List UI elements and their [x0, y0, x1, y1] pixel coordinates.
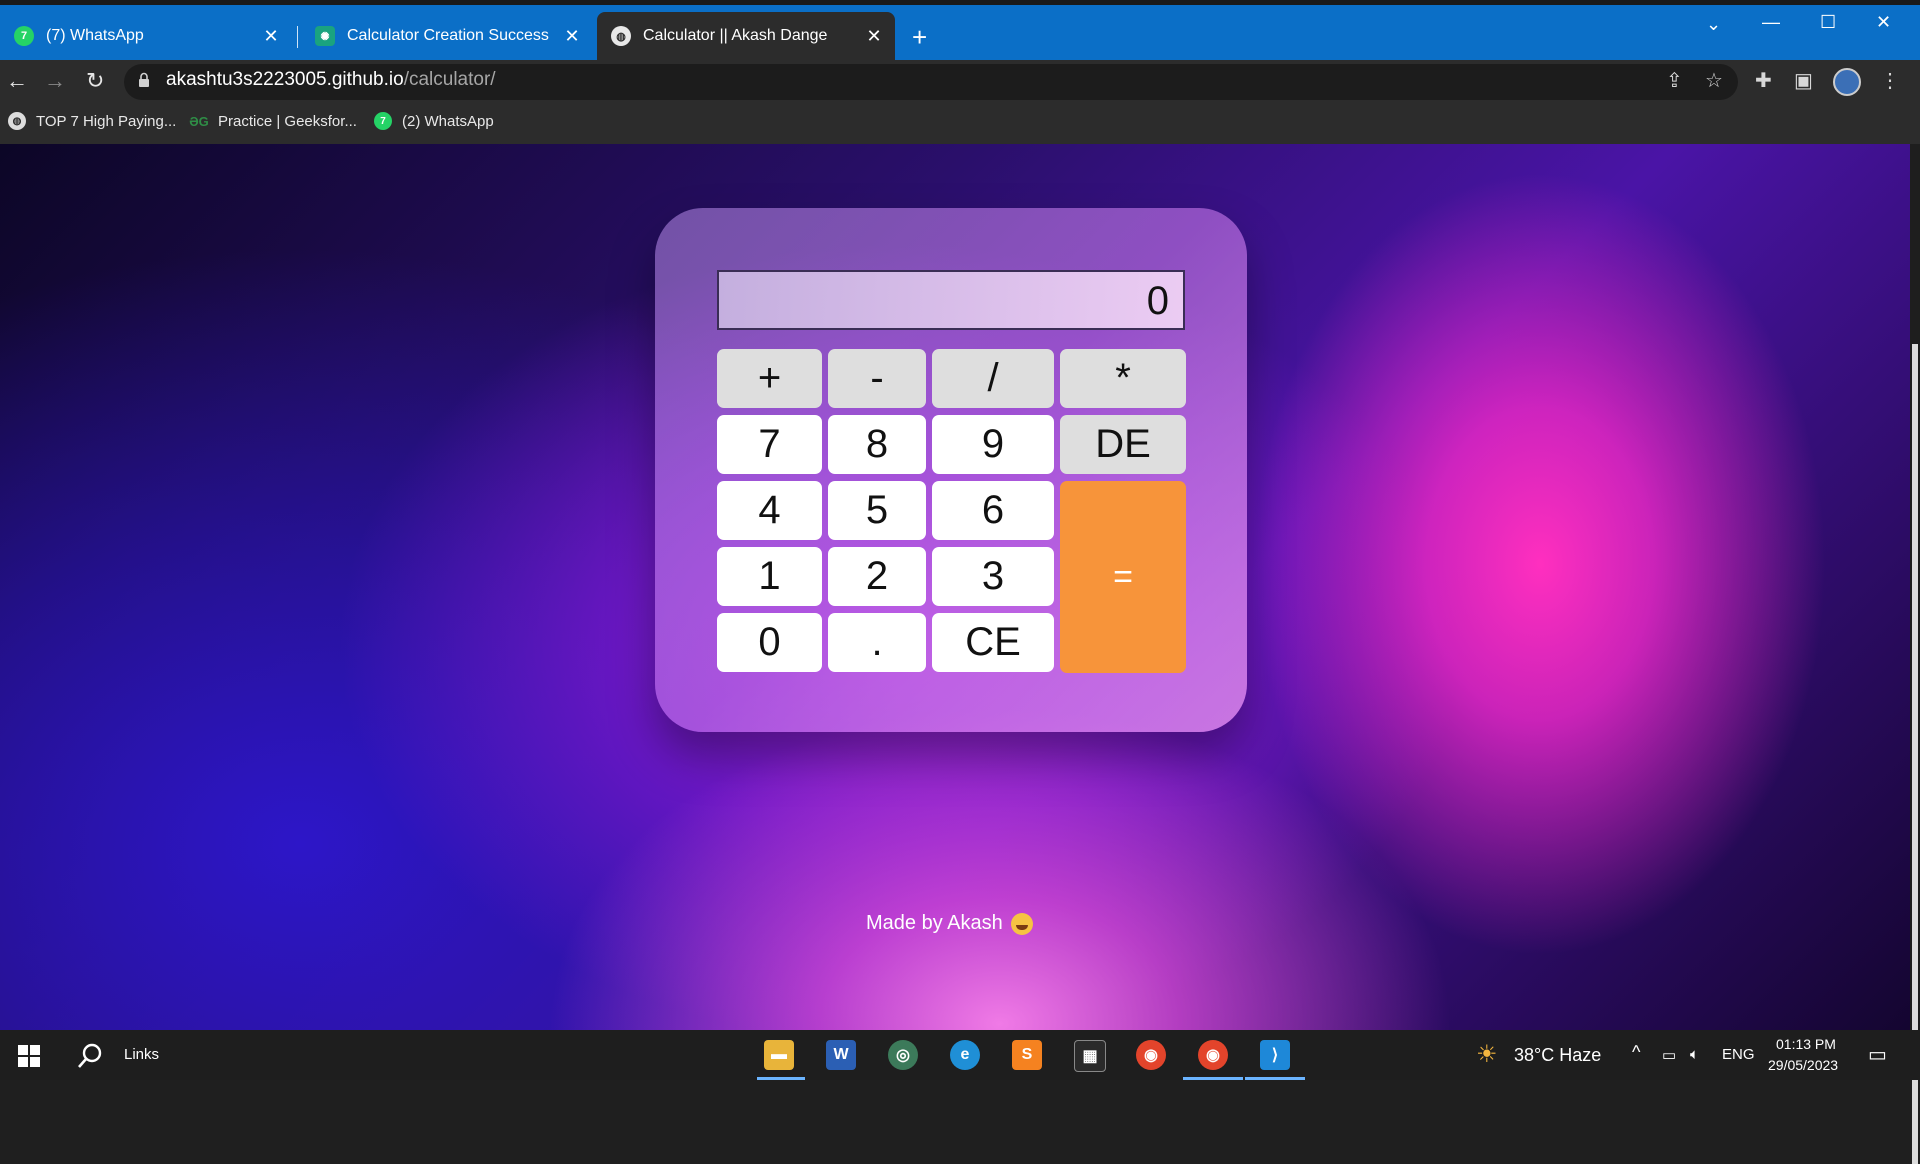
- calculator-card: 0 + - / * 7 8 9 DE 4 5 6 = 1 2 3 0 . CE: [655, 208, 1247, 732]
- credit-text: Made by Akash: [866, 912, 1003, 934]
- bookmark-star-icon[interactable]: ☆: [1705, 68, 1723, 93]
- multiply-button[interactable]: *: [1060, 349, 1186, 408]
- chrome-icon[interactable]: ◉: [1136, 1040, 1166, 1070]
- maximize-icon[interactable]: ☐: [1820, 12, 1836, 33]
- globe-icon: ◍: [611, 26, 631, 46]
- forward-arrow-icon[interactable]: →: [44, 68, 66, 94]
- chrome-active-icon[interactable]: ◉: [1198, 1040, 1228, 1070]
- bookmark-item[interactable]: ƏG Practice | Geeksfor...: [189, 112, 357, 130]
- edge-icon[interactable]: e: [950, 1040, 980, 1070]
- calculator-display[interactable]: 0: [717, 270, 1185, 330]
- notifications-icon[interactable]: ▭: [1868, 1042, 1887, 1067]
- digit-2-button[interactable]: 2: [828, 547, 926, 606]
- digit-6-button[interactable]: 6: [932, 481, 1054, 540]
- reload-icon[interactable]: ↻: [86, 68, 104, 94]
- back-arrow-icon[interactable]: ←: [6, 68, 28, 94]
- bookmark-label: (2) WhatsApp: [402, 112, 494, 130]
- menu-kebab-icon[interactable]: ⋮: [1880, 68, 1900, 93]
- digit-9-button[interactable]: 9: [932, 415, 1054, 474]
- page-viewport: 0 + - / * 7 8 9 DE 4 5 6 = 1 2 3 0 . CE …: [0, 144, 1910, 1030]
- digit-3-button[interactable]: 3: [932, 547, 1054, 606]
- search-icon[interactable]: [76, 1042, 104, 1070]
- share-icon[interactable]: ⇪: [1666, 68, 1683, 93]
- bookmark-label: Practice | Geeksfor...: [218, 112, 357, 130]
- url-host: akashtu3s2223005.github.io: [166, 69, 404, 90]
- globe-icon: ◍: [8, 112, 26, 130]
- language-indicator[interactable]: ENG: [1722, 1046, 1755, 1063]
- minus-button[interactable]: -: [828, 349, 926, 408]
- vscode-icon[interactable]: ⟩: [1260, 1040, 1290, 1070]
- close-icon[interactable]: ✕: [863, 26, 885, 47]
- digit-1-button[interactable]: 1: [717, 547, 822, 606]
- minimize-icon[interactable]: —: [1762, 12, 1780, 33]
- app-icon[interactable]: ▦: [1074, 1040, 1106, 1072]
- volume-icon[interactable]: 🔈︎: [1690, 1046, 1699, 1063]
- weather-text[interactable]: 38°C Haze: [1514, 1045, 1601, 1066]
- clock-date[interactable]: 29/05/2023: [1768, 1057, 1838, 1073]
- tab-title: Calculator Creation Success: [347, 27, 549, 44]
- digit-7-button[interactable]: 7: [717, 415, 822, 474]
- footer-credit: Made by Akash: [866, 912, 1033, 935]
- bookmark-item[interactable]: ◍ TOP 7 High Paying...: [8, 112, 176, 130]
- side-panel-icon[interactable]: ▣: [1794, 68, 1813, 93]
- divide-button[interactable]: /: [932, 349, 1054, 408]
- tab-title: (7) WhatsApp: [46, 27, 144, 44]
- windows-start-icon[interactable]: [18, 1045, 40, 1067]
- tab-separator: [297, 26, 298, 48]
- digit-0-button[interactable]: 0: [717, 613, 822, 672]
- tab-whatsapp[interactable]: 7 (7) WhatsApp ✕: [0, 12, 292, 60]
- clear-entry-button[interactable]: CE: [932, 613, 1054, 672]
- page-scrollbar[interactable]: [1910, 144, 1920, 1164]
- tab-title: Calculator || Akash Dange: [643, 27, 828, 44]
- delete-button[interactable]: DE: [1060, 415, 1186, 474]
- new-tab-button[interactable]: +: [912, 22, 927, 52]
- file-explorer-icon[interactable]: ▬: [764, 1040, 794, 1070]
- clock-time[interactable]: 01:13 PM: [1776, 1036, 1836, 1052]
- whatsapp-icon: 7: [14, 26, 34, 46]
- window-top-border: [0, 0, 1920, 5]
- profile-avatar[interactable]: [1833, 68, 1861, 96]
- tab-search-chevron-icon[interactable]: ⌄: [1706, 14, 1721, 35]
- equals-button[interactable]: =: [1060, 481, 1186, 673]
- word-icon[interactable]: W: [826, 1040, 856, 1070]
- extensions-puzzle-icon[interactable]: ✚: [1755, 68, 1772, 93]
- taskbar-search-label[interactable]: Links: [124, 1046, 159, 1063]
- digit-8-button[interactable]: 8: [828, 415, 926, 474]
- bookmark-item[interactable]: 7 (2) WhatsApp: [374, 112, 494, 130]
- tab-calculator-creation[interactable]: ✺ Calculator Creation Success ✕: [301, 12, 593, 60]
- chevron-up-icon[interactable]: ^: [1632, 1042, 1640, 1063]
- lock-icon: [139, 72, 149, 87]
- plus-button[interactable]: +: [717, 349, 822, 408]
- whatsapp-icon: 7: [374, 112, 392, 130]
- decimal-point-button[interactable]: .: [828, 613, 926, 672]
- smiley-emoji-icon: [1010, 912, 1033, 935]
- chatgpt-icon: ✺: [315, 26, 335, 46]
- tab-calculator-active[interactable]: ◍ Calculator || Akash Dange ✕: [597, 12, 895, 60]
- url-text[interactable]: akashtu3s2223005.github.io/calculator/: [166, 69, 496, 91]
- weather-haze-icon: ☀: [1476, 1041, 1498, 1068]
- bookmark-label: TOP 7 High Paying...: [36, 112, 177, 130]
- sublime-text-icon[interactable]: S: [1012, 1040, 1042, 1070]
- close-icon[interactable]: ✕: [561, 26, 583, 47]
- digit-4-button[interactable]: 4: [717, 481, 822, 540]
- geeksforgeeks-icon: ƏG: [189, 113, 209, 129]
- close-icon[interactable]: ✕: [260, 26, 282, 47]
- digit-5-button[interactable]: 5: [828, 481, 926, 540]
- battery-icon[interactable]: ▭: [1662, 1046, 1676, 1064]
- url-path: /calculator/: [403, 69, 496, 90]
- window-close-icon[interactable]: ✕: [1876, 12, 1891, 33]
- store-icon[interactable]: ◎: [888, 1040, 918, 1070]
